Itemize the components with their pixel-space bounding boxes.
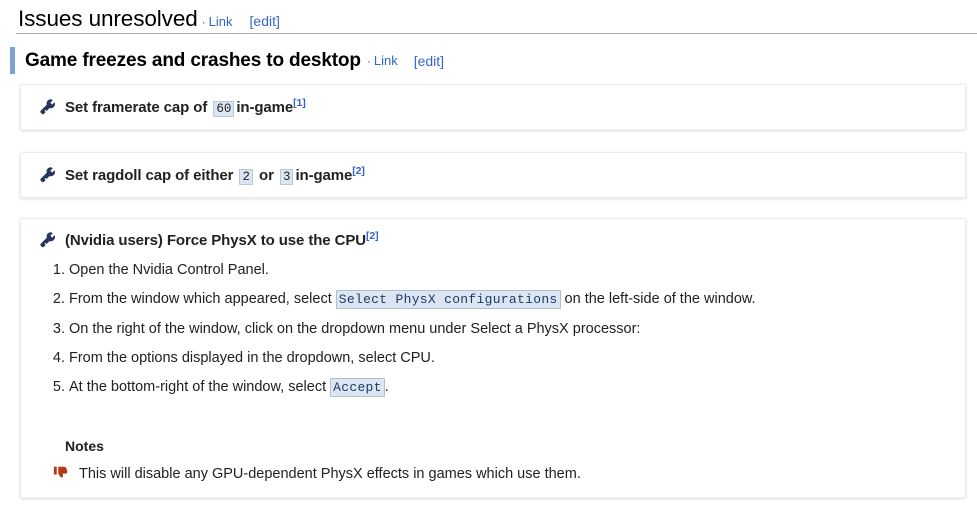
wrench-icon [40, 232, 56, 248]
reference-marker[interactable]: [1] [293, 97, 306, 109]
section-edit-link[interactable]: [edit] [414, 53, 444, 69]
section-separator-dot: · [366, 53, 371, 68]
fix-title: (Nvidia users) Force PhysX to use the CP… [65, 230, 379, 249]
heading-separator-dot: · [201, 15, 206, 29]
fix-card: Set framerate cap of 60 in-game[1] [20, 84, 966, 130]
step-text: From the options displayed in the dropdo… [69, 350, 435, 366]
section-link[interactable]: Link [374, 53, 398, 68]
list-item: Open the Nvidia Control Panel. [69, 261, 965, 279]
fix-header: (Nvidia users) Force PhysX to use the CP… [21, 219, 965, 261]
step-text: On the right of the window, click on the… [69, 321, 641, 337]
section-accent-bar [10, 47, 15, 74]
inline-code: Accept [330, 378, 385, 397]
step-text-after: . [384, 379, 389, 395]
notes-heading: Notes [65, 438, 104, 454]
inline-code: Select PhysX configurations [335, 290, 561, 309]
heading-divider [16, 33, 977, 34]
fix-title-after: in-game [295, 166, 353, 184]
fix-title: Set framerate cap of 60 in-game[1] [65, 97, 306, 117]
fix-title-after: in-game [236, 98, 294, 116]
thumbs-down-icon [53, 466, 68, 478]
list-item: At the bottom-right of the window, selec… [69, 378, 965, 397]
reference-marker[interactable]: [2] [366, 230, 379, 242]
fix-title: Set ragdoll cap of either 2 or 3 in-game[… [65, 165, 365, 185]
note-text: This will disable any GPU-dependent Phys… [79, 465, 581, 482]
step-text-after: on the left-side of the window. [564, 291, 756, 307]
fix-card: Set ragdoll cap of either 2 or 3 in-game[… [20, 152, 966, 198]
page-heading-edit-link[interactable]: [edit] [250, 13, 280, 29]
fix-value-second: 3 [279, 168, 294, 185]
fix-header: Set framerate cap of 60 in-game[1] [21, 85, 965, 129]
reference-marker[interactable]: [2] [352, 165, 365, 177]
fix-value-conjunction: or [259, 166, 274, 184]
wrench-icon [40, 167, 56, 183]
fix-title-before: Set ragdoll cap of either [65, 166, 234, 184]
fix-header: Set ragdoll cap of either 2 or 3 in-game[… [21, 153, 965, 197]
fix-value-first: 2 [239, 168, 253, 185]
step-text-before: From the window which appeared, select [69, 291, 332, 307]
fix-card: (Nvidia users) Force PhysX to use the CP… [20, 218, 966, 498]
step-text: Open the Nvidia Control Panel. [69, 262, 269, 278]
list-item: On the right of the window, click on the… [69, 320, 965, 338]
list-item: From the options displayed in the dropdo… [69, 349, 965, 367]
fix-value: 60 [213, 100, 235, 117]
fix-title-before: Set framerate cap of [65, 98, 208, 116]
fix-title-text: (Nvidia users) Force PhysX to use the CP… [65, 231, 366, 249]
section-title: Game freezes and crashes to desktop [25, 49, 361, 71]
page-heading-link[interactable]: Link [209, 14, 233, 29]
note-row: This will disable any GPU-dependent Phys… [53, 465, 581, 482]
section-heading: Game freezes and crashes to desktop · Li… [0, 47, 444, 74]
page-title: Issues unresolved [18, 6, 198, 31]
page-heading: Issues unresolved · Link [edit] [18, 6, 280, 32]
steps-list: Open the Nvidia Control Panel. From the … [21, 261, 965, 397]
wrench-icon [40, 99, 56, 115]
step-text-before: At the bottom-right of the window, selec… [69, 379, 327, 395]
list-item: From the window which appeared, select S… [69, 290, 965, 309]
